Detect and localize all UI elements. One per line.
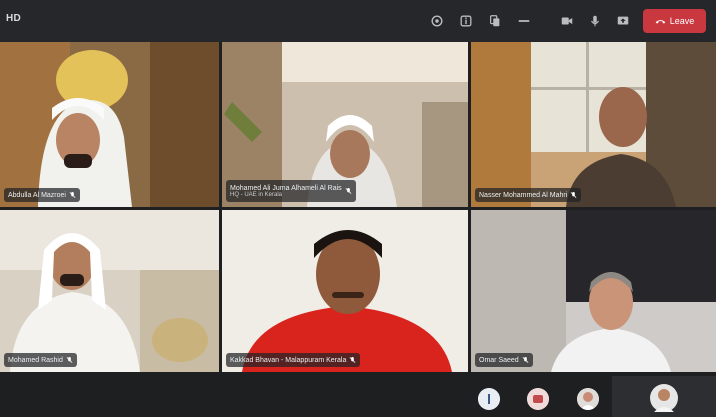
participant-name-tag: Mohamed Rashid: [4, 353, 77, 367]
mic-muted-icon: [345, 187, 352, 194]
copy-icon[interactable]: [485, 11, 505, 31]
participant-avatar[interactable]: [577, 388, 599, 410]
participant-video: [0, 42, 219, 207]
participant-tile[interactable]: Omar Saeed: [471, 210, 716, 372]
participant-tile[interactable]: Kakkad Bhavan - Malappuram Kerala: [222, 210, 468, 372]
participant-name: Abdulla Al Mazroei: [8, 191, 66, 199]
info-icon[interactable]: [456, 11, 476, 31]
mic-muted-icon: [349, 356, 356, 363]
mic-muted-icon: [66, 356, 73, 363]
participant-name-tag: Abdulla Al Mazroei: [4, 188, 80, 202]
screen-share-icon[interactable]: [613, 11, 633, 31]
participant-name-tag: Kakkad Bhavan - Malappuram Kerala: [226, 353, 361, 367]
participant-tile[interactable]: Abdulla Al Mazroei: [0, 42, 219, 207]
participant-avatar[interactable]: [478, 388, 500, 410]
participant-video: [222, 210, 468, 372]
window-title: HD: [6, 13, 22, 24]
mic-muted-icon: [69, 191, 76, 198]
participant-video: [471, 210, 716, 372]
participant-name: Omar Saeed: [479, 356, 519, 364]
more-icon[interactable]: [514, 11, 534, 31]
self-view[interactable]: [612, 376, 716, 417]
participant-name-tag: Omar Saeed: [475, 353, 533, 367]
self-video: [612, 376, 716, 417]
participant-name: Mohamed Rashid: [8, 356, 63, 364]
participant-video: [471, 42, 716, 207]
bottom-strip: [0, 372, 716, 417]
participant-name-tag: Mohamed Ali Juma Alhameli Al Rais HQ - U…: [226, 180, 356, 202]
leave-button[interactable]: Leave: [643, 9, 706, 33]
top-toolbar: HD Leave: [0, 0, 716, 42]
leave-label: Leave: [669, 16, 695, 26]
settings-icon[interactable]: [427, 11, 447, 31]
participant-grid: Abdulla Al Mazroei Mohamed Ali Juma Alha…: [0, 42, 716, 372]
phone-hangup-icon: [655, 19, 666, 24]
video-call-window: HD Leave Abdulla Al Mazroei Mohamed Ali …: [0, 0, 716, 417]
video-icon[interactable]: [557, 11, 577, 31]
participant-name: Kakkad Bhavan - Malappuram Kerala: [230, 356, 347, 364]
participant-avatar[interactable]: [527, 388, 549, 410]
participant-tile[interactable]: Nasser Mohammed Al Mahri: [471, 42, 716, 207]
participant-name-tag: Nasser Mohammed Al Mahri: [475, 188, 582, 202]
mic-icon[interactable]: [585, 11, 605, 31]
participant-name: Mohamed Ali Juma Alhameli Al Rais: [230, 184, 342, 192]
participant-video: [0, 210, 219, 372]
participant-tile[interactable]: Mohamed Ali Juma Alhameli Al Rais HQ - U…: [222, 42, 468, 207]
participant-subtitle: HQ - UAE in Kerala: [230, 191, 283, 198]
mic-muted-icon: [522, 356, 529, 363]
participant-tile[interactable]: Mohamed Rashid: [0, 210, 219, 372]
participant-name: Nasser Mohammed Al Mahri: [479, 191, 568, 199]
mic-muted-icon: [570, 191, 577, 198]
